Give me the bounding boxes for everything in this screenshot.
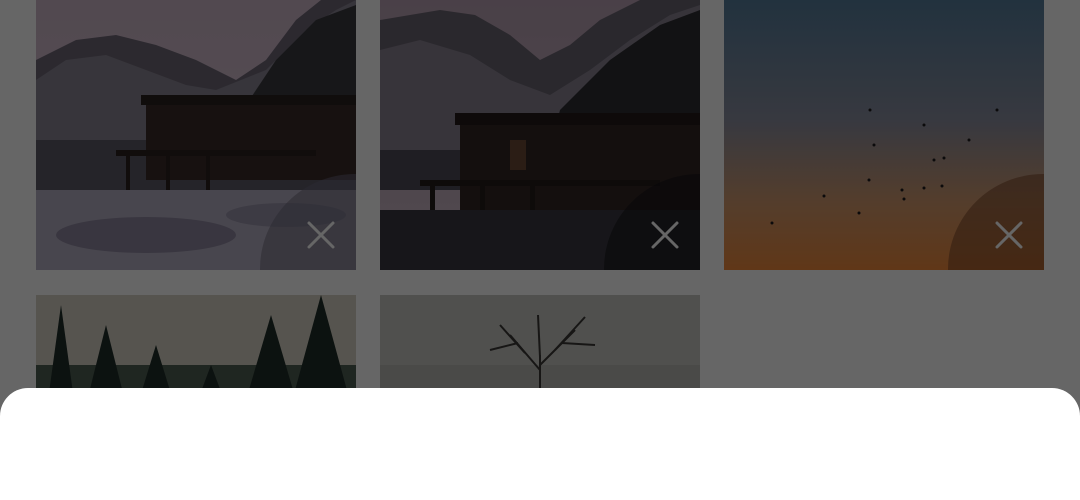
close-icon bbox=[995, 221, 1023, 249]
remove-photo-button-1[interactable] bbox=[256, 174, 356, 270]
screen bbox=[0, 0, 1080, 500]
bottom-sheet bbox=[0, 388, 1080, 500]
close-icon bbox=[651, 221, 679, 249]
photo-tile-3[interactable] bbox=[724, 0, 1044, 270]
close-icon bbox=[307, 221, 335, 249]
remove-photo-button-2[interactable] bbox=[600, 174, 700, 270]
photo-tile-2[interactable] bbox=[380, 0, 700, 270]
remove-photo-button-3[interactable] bbox=[944, 174, 1044, 270]
photo-tile-1[interactable] bbox=[36, 0, 356, 270]
